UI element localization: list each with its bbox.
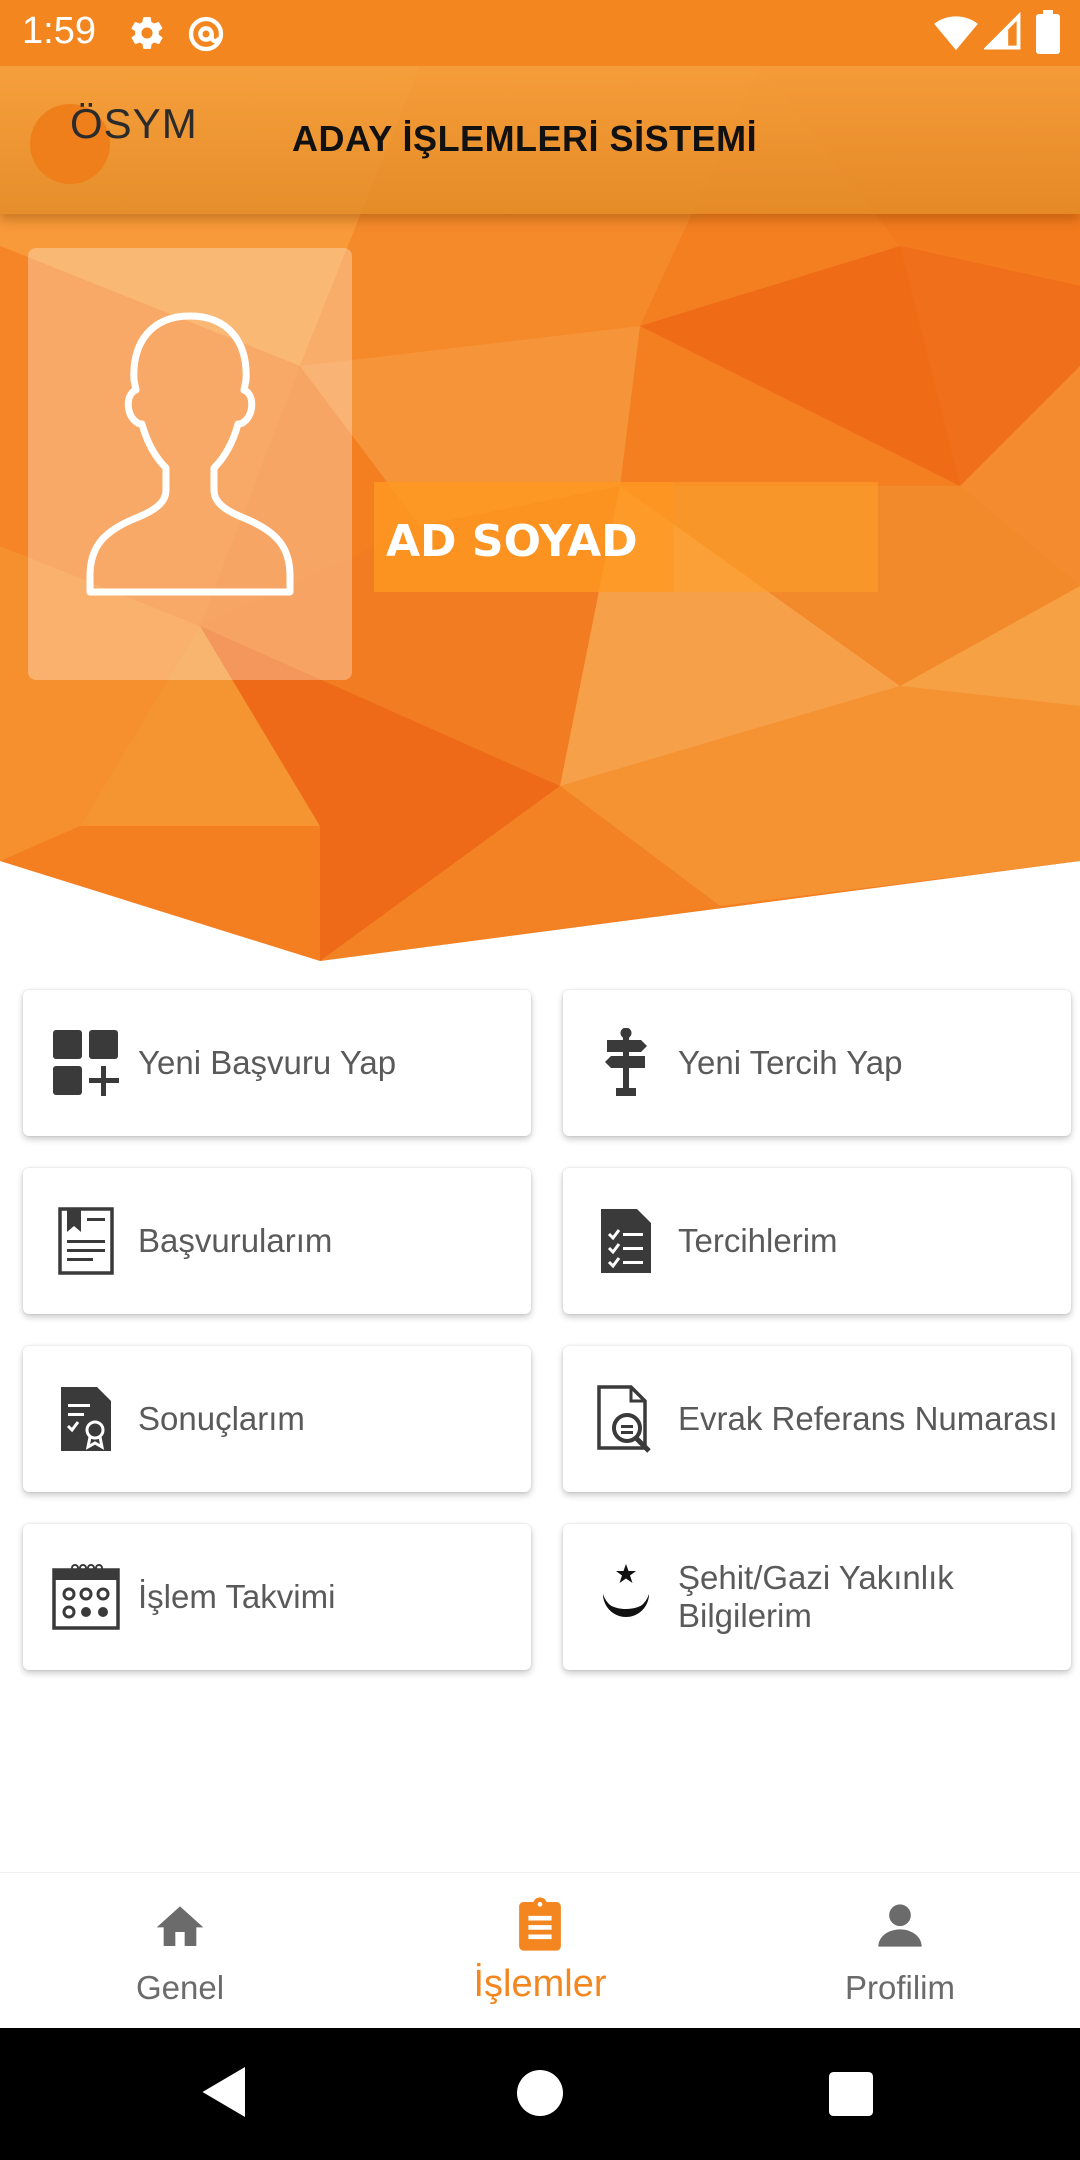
bookmark-document-icon <box>51 1206 121 1276</box>
nav-item-islemler[interactable]: İşlemler <box>390 1873 690 2029</box>
nav-label: Genel <box>135 1969 225 2006</box>
checklist-document-icon <box>591 1206 661 1276</box>
grid-plus-icon <box>51 1028 121 1098</box>
status-bar: 1:59 <box>0 0 1080 66</box>
calendar-icon <box>51 1562 121 1632</box>
menu-item-label: Şehit/Gazi Yakınlık Bilgilerim <box>678 1559 954 1634</box>
my-results-button[interactable]: Sonuçlarım <box>23 1346 531 1492</box>
osym-logo: ÖSYM <box>30 96 200 186</box>
certificate-document-icon <box>51 1384 121 1454</box>
menu-item-label: Başvurularım <box>138 1222 333 1259</box>
avatar[interactable] <box>28 248 352 680</box>
menu-item-label: Sonuçlarım <box>138 1400 305 1437</box>
user-name: AD SOYAD <box>386 516 638 567</box>
nav-label: İşlemler <box>473 1963 607 2005</box>
menu-item-label: Evrak Referans Numarası <box>678 1400 1058 1437</box>
home-icon <box>152 1899 208 1956</box>
process-calendar-button[interactable]: İşlem Takvimi <box>23 1524 531 1670</box>
at-sign-icon <box>186 14 226 59</box>
recents-square-icon[interactable] <box>829 2072 889 2132</box>
page-title: ADAY İŞLEMLERİ SİSTEMİ <box>292 118 758 159</box>
system-nav-bar <box>0 2028 1080 2160</box>
new-preference-button[interactable]: Yeni Tercih Yap <box>563 990 1071 1136</box>
bottom-nav: Genel İşlemler Profilim <box>0 1872 1080 2028</box>
back-icon[interactable] <box>200 2064 260 2124</box>
person-silhouette-icon <box>86 312 294 596</box>
battery-icon <box>1036 10 1060 59</box>
person-icon <box>874 1899 926 1956</box>
signal-icon <box>982 11 1022 57</box>
menu-item-label: İşlem Takvimi <box>138 1578 336 1615</box>
document-reference-button[interactable]: Evrak Referans Numarası <box>563 1346 1071 1492</box>
document-search-icon <box>591 1384 661 1454</box>
screen: 1:59 ÖSYM ADAY İŞLEMLERİ SİSTEMİ AD SOYA… <box>0 0 1080 2160</box>
status-time: 1:59 <box>22 10 96 52</box>
my-preferences-button[interactable]: Tercihlerim <box>563 1168 1071 1314</box>
nav-item-genel[interactable]: Genel <box>30 1873 330 2029</box>
nav-label: Profilim <box>844 1969 955 2006</box>
app-header: ÖSYM ADAY İŞLEMLERİ SİSTEMİ <box>0 66 1080 214</box>
settings-icon <box>128 14 166 57</box>
nav-item-profilim[interactable]: Profilim <box>750 1873 1050 2029</box>
my-applications-button[interactable]: Başvurularım <box>23 1168 531 1314</box>
menu-item-label: Tercihlerim <box>678 1222 838 1259</box>
new-application-button[interactable]: Yeni Başvuru Yap <box>23 990 531 1136</box>
home-circle-icon[interactable] <box>517 2070 577 2130</box>
crescent-star-icon <box>591 1562 661 1632</box>
clipboard-icon <box>512 1895 568 1958</box>
wifi-icon <box>934 12 978 57</box>
martyr-veteran-info-button[interactable]: Şehit/Gazi Yakınlık Bilgilerim <box>563 1524 1071 1670</box>
logo-text: ÖSYM <box>70 100 198 147</box>
menu-item-label: Yeni Başvuru Yap <box>138 1044 397 1081</box>
menu-item-label: Yeni Tercih Yap <box>678 1044 903 1081</box>
signpost-icon <box>591 1027 661 1098</box>
